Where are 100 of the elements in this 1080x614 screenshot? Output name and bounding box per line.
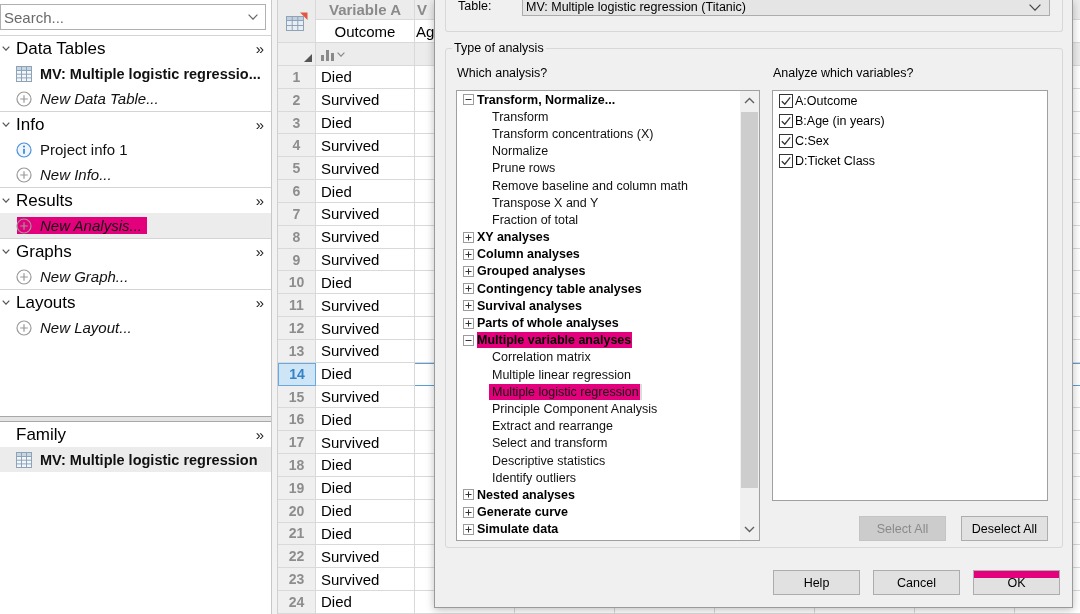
navigator-item[interactable]: New Graph... <box>0 264 271 289</box>
tree-item[interactable]: Transform <box>489 108 552 125</box>
caret-down-icon[interactable] <box>248 14 258 20</box>
navigator-item[interactable]: New Data Table... <box>0 86 271 111</box>
plus-box-icon[interactable] <box>463 265 474 277</box>
plus-box-icon[interactable] <box>463 317 474 329</box>
table-dropdown[interactable]: MV: Multiple logistic regression (Titanic) <box>522 0 1050 16</box>
more-button[interactable]: » <box>251 424 271 445</box>
table-icon[interactable] <box>285 11 308 31</box>
caret-down-icon <box>1029 4 1041 11</box>
table-cell: Died <box>316 499 415 523</box>
tree-category[interactable]: Generate curve <box>477 504 572 521</box>
more-button[interactable]: » <box>251 241 271 262</box>
navigator-item[interactable]: New Analysis... <box>0 213 271 238</box>
dialog-button[interactable]: Cancel <box>873 570 960 595</box>
variable-label: A:Outcome <box>795 94 858 108</box>
tree-category[interactable]: Survival analyses <box>477 297 585 314</box>
tree-category[interactable]: Nested analyses <box>477 486 578 503</box>
tree-item[interactable]: Prune rows <box>489 160 559 177</box>
chevron-down-icon[interactable] <box>2 198 10 203</box>
table-cell: Survived <box>316 225 415 249</box>
chevron-down-icon[interactable] <box>2 249 10 254</box>
tree-item[interactable]: Select and transform <box>489 435 611 452</box>
navigator-item[interactable]: Project info 1 <box>0 137 271 162</box>
tree-category[interactable]: XY analyses <box>477 229 553 246</box>
table-cell: Died <box>316 591 415 614</box>
scrollbar[interactable] <box>740 91 759 540</box>
column-subtitle: Ag <box>416 22 435 40</box>
tree-item[interactable]: Descriptive statistics <box>489 452 609 469</box>
tree-item[interactable]: Transform concentrations (X) <box>489 125 657 142</box>
plus-circle-icon <box>16 268 32 285</box>
group-title: Type of analysis <box>453 40 545 56</box>
checkbox[interactable] <box>779 134 793 148</box>
table-cell: Died <box>316 522 415 546</box>
table-cell: Survived <box>316 294 415 318</box>
tree-item[interactable]: Correlation matrix <box>489 349 594 366</box>
field-label: Which analysis? <box>457 65 549 81</box>
plus-box-icon[interactable] <box>463 231 474 243</box>
field-label: Table: <box>458 0 493 13</box>
tree-category[interactable]: Column analyses <box>477 246 583 263</box>
table-icon <box>16 65 32 82</box>
navigator-item[interactable]: MV: Multiple logistic regression <box>0 447 271 472</box>
plus-box-icon[interactable] <box>463 489 474 501</box>
table-cell: Died <box>316 362 415 386</box>
plus-box-icon[interactable] <box>463 300 474 312</box>
checkbox[interactable] <box>779 94 793 108</box>
more-button[interactable]: » <box>251 114 271 135</box>
navigator-item[interactable]: New Info... <box>0 162 271 187</box>
navigator-item[interactable]: New Layout... <box>0 315 271 340</box>
tree-category[interactable]: Grouped analyses <box>477 263 589 280</box>
more-button[interactable]: » <box>251 190 271 211</box>
plus-box-icon[interactable] <box>463 248 474 260</box>
tree-category[interactable]: Simulate data <box>477 521 562 538</box>
table-cell: Died <box>316 111 415 135</box>
triangle-icon <box>304 54 312 62</box>
plus-box-icon[interactable] <box>463 506 474 518</box>
tree-category[interactable]: Multiple variable analyses <box>477 332 635 349</box>
table-cell: Survived <box>316 202 415 226</box>
plus-circle-icon <box>16 217 32 234</box>
bar-chart-icon[interactable] <box>321 47 334 61</box>
table-cell: Survived <box>316 317 415 340</box>
scrollbar-thumb[interactable] <box>741 112 758 488</box>
tree-item[interactable]: Multiple logistic regression <box>489 383 642 400</box>
search-field[interactable]: Search... <box>0 4 266 30</box>
table-cell: Died <box>316 66 415 89</box>
dialog-button[interactable]: Help <box>773 570 860 595</box>
chevron-down-icon[interactable] <box>2 122 10 127</box>
checkbox[interactable] <box>779 114 793 128</box>
tree-item[interactable]: Transpose X and Y <box>489 194 602 211</box>
tree-item[interactable]: Principle Component Analysis <box>489 400 661 417</box>
table-cell: Survived <box>316 157 415 181</box>
more-button[interactable]: » <box>251 38 271 59</box>
plus-box-icon[interactable] <box>463 283 474 295</box>
plus-box-icon[interactable] <box>463 523 474 535</box>
table-cell: Died <box>316 180 415 203</box>
section-title: Family <box>16 424 68 445</box>
tree-category[interactable]: Parts of whole analyses <box>477 315 622 332</box>
tree-category[interactable]: Contingency table analyses <box>477 280 645 297</box>
table-cell: Survived <box>316 568 415 592</box>
table-cell: Died <box>316 476 415 500</box>
minus-box-icon[interactable] <box>463 94 474 106</box>
tree-item[interactable]: Fraction of total <box>489 211 582 228</box>
section-title: Data Tables <box>16 38 107 59</box>
tree-item[interactable]: Normalize <box>489 143 552 160</box>
chevron-down-icon[interactable] <box>2 300 10 305</box>
more-button[interactable]: » <box>251 292 271 313</box>
column-title: Variable A <box>329 1 401 18</box>
column-subtitle: Outcome <box>334 22 396 40</box>
tree-item[interactable]: Remove baseline and column math <box>489 177 691 194</box>
caret-down-icon[interactable] <box>337 51 345 57</box>
tree-item[interactable]: Identify outliers <box>489 469 580 486</box>
minus-box-icon[interactable] <box>463 334 474 346</box>
list-button[interactable]: Deselect All <box>961 516 1048 541</box>
tree-category[interactable]: Transform, Normalize... <box>477 91 619 108</box>
navigator-item[interactable]: MV: Multiple logistic regressio... <box>0 61 271 86</box>
tree-item[interactable]: Multiple linear regression <box>489 366 634 383</box>
checkbox[interactable] <box>779 154 793 168</box>
chevron-down-icon[interactable] <box>2 46 10 51</box>
dialog-button[interactable]: OK <box>973 570 1060 595</box>
tree-item[interactable]: Extract and rearrange <box>489 418 616 435</box>
